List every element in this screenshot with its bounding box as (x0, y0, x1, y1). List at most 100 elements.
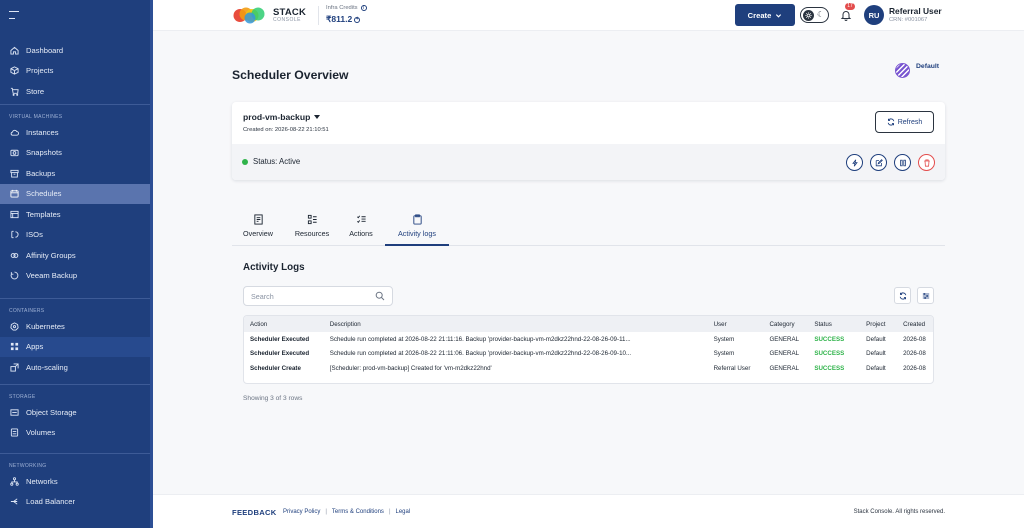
sidebar-item-veeam-backup[interactable]: Veeam Backup (0, 266, 150, 287)
schedule-created: Created on: 2026-08-22 21:10:51 (243, 127, 329, 133)
column-header[interactable]: Status (808, 321, 860, 328)
cell-action: Scheduler Executed (250, 350, 310, 358)
footer-links: Privacy Policy | Terms & Conditions | Le… (283, 509, 410, 515)
sun-icon (803, 9, 814, 21)
status-indicator: Status: Active (242, 157, 300, 166)
terms-link[interactable]: Terms & Conditions (332, 509, 384, 515)
column-header[interactable]: Action (244, 321, 324, 328)
search-icon[interactable] (375, 291, 385, 301)
sidebar-divider (0, 298, 150, 299)
sidebar-item-dashboard[interactable]: Dashboard (0, 40, 150, 61)
stack-console-logo[interactable]: STACK CONSOLE (232, 6, 306, 25)
notification-badge: 17 (845, 3, 855, 10)
menu-icon[interactable] (9, 11, 19, 19)
run-now-button[interactable] (846, 154, 863, 171)
tab-overview[interactable]: Overview (240, 213, 276, 246)
sidebar-item-label: Kubernetes (26, 321, 65, 331)
sidebar-item-schedules[interactable]: Schedules (0, 183, 150, 204)
sidebar-storage-group: STORAGE Object Storage Volumes (0, 392, 150, 443)
refresh-icon (899, 291, 906, 300)
tab-label: Overview (243, 229, 273, 238)
sidebar-item-projects[interactable]: Projects (0, 61, 150, 82)
sidebar-item-label: Templates (26, 209, 61, 219)
sidebar-divider (0, 384, 150, 385)
table-header: Action Description User Category Status … (244, 316, 933, 332)
reload-button[interactable] (894, 287, 911, 304)
table-row[interactable]: Scheduler Executed Schedule run complete… (244, 332, 933, 347)
sidebar-item-label: Snapshots (26, 148, 62, 158)
tab-activity-logs[interactable]: Activity logs (385, 213, 449, 246)
sidebar-item-label: Projects (26, 66, 54, 76)
archive-icon (10, 169, 19, 178)
info-icon[interactable]: i (360, 5, 367, 11)
sidebar-item-networks[interactable]: Networks (0, 471, 150, 492)
trash-icon (923, 159, 930, 167)
sidebar-item-backups[interactable]: Backups (0, 163, 150, 184)
veeam-icon (10, 271, 19, 280)
sidebar-item-volumes[interactable]: Volumes (0, 423, 150, 444)
cell-category: GENERAL (769, 335, 800, 343)
tab-resources[interactable]: Resources (290, 213, 334, 246)
cell-action: Scheduler Create (250, 364, 301, 372)
privacy-policy-link[interactable]: Privacy Policy (283, 509, 320, 515)
theme-toggle[interactable]: ☾ (800, 7, 829, 23)
header-divider (318, 6, 319, 25)
sidebar-item-auto-scaling[interactable]: Auto-scaling (0, 357, 150, 378)
credits-value-row: ₹811.2 + (326, 14, 367, 25)
sidebar-item-label: Auto-scaling (26, 362, 68, 372)
column-header[interactable]: Description (324, 321, 708, 328)
filter-columns-button[interactable] (917, 287, 934, 304)
pause-button[interactable] (894, 154, 911, 171)
edit-button[interactable] (870, 154, 887, 171)
project-name: Default (916, 63, 940, 70)
sidebar-item-label: ISOs (26, 230, 43, 240)
edit-icon (875, 158, 883, 166)
tab-actions[interactable]: Actions (345, 213, 377, 246)
sidebar-item-label: Schedules (26, 189, 62, 199)
cell-project: Default (866, 364, 886, 372)
column-header[interactable]: User (708, 321, 764, 328)
page-title: Scheduler Overview (232, 68, 349, 82)
search-input[interactable] (251, 291, 375, 301)
sidebar-item-store[interactable]: Store (0, 81, 150, 102)
refresh-button[interactable]: Refresh (875, 111, 934, 133)
copyright: Stack Console. All rights reserved. (853, 509, 945, 515)
delete-button[interactable] (918, 154, 935, 171)
cell-user: Referral User (713, 364, 751, 372)
column-header[interactable]: Category (763, 321, 808, 328)
legal-link[interactable]: Legal (396, 509, 411, 515)
sidebar-item-instances[interactable]: Instances (0, 122, 150, 143)
sidebar-item-isos[interactable]: ISOs (0, 225, 150, 246)
sidebar-vm-group: VIRTUAL MACHINES Instances Snapshots Bac… (0, 112, 150, 286)
column-header[interactable]: Created (897, 321, 933, 328)
sidebar-item-label: Networks (26, 476, 58, 486)
credits-value: ₹811.2 (326, 14, 353, 24)
column-header[interactable]: Project (860, 321, 897, 328)
refresh-label: Refresh (897, 118, 923, 126)
sidebar-item-snapshots[interactable]: Snapshots (0, 143, 150, 164)
schedule-selector[interactable]: prod-vm-backup (243, 112, 321, 122)
bell-icon[interactable] (840, 9, 852, 21)
sliders-icon (922, 292, 929, 299)
sidebar-item-label: Veeam Backup (26, 271, 78, 281)
sidebar-item-templates[interactable]: Templates (0, 204, 150, 225)
table-row[interactable]: Scheduler Create [Scheduler: prod-vm-bac… (244, 361, 933, 376)
create-button[interactable]: Create (735, 4, 795, 26)
cell-created: 2026-08 (903, 350, 926, 358)
add-credits-icon[interactable]: + (354, 16, 361, 23)
sidebar-item-apps[interactable]: Apps (0, 336, 150, 357)
sidebar-item-label: Store (26, 86, 45, 96)
project-selector[interactable]: Default (895, 63, 939, 78)
sidebar-item-load-balancer[interactable]: Load Balancer (0, 492, 150, 513)
volume-icon (10, 428, 19, 437)
avatar[interactable]: RU (864, 5, 884, 25)
feedback-link[interactable]: FEEDBACK (232, 508, 277, 517)
sidebar-item-kubernetes[interactable]: Kubernetes (0, 316, 150, 337)
sidebar-section-vm: VIRTUAL MACHINES (9, 114, 63, 120)
cell-created: 2026-08 (903, 364, 926, 372)
table-row[interactable]: Scheduler Executed Schedule run complete… (244, 347, 933, 362)
sidebar-item-affinity-groups[interactable]: Affinity Groups (0, 245, 150, 266)
user-info[interactable]: Referral User CRN: #001067 (889, 6, 942, 23)
sidebar-item-object-storage[interactable]: Object Storage (0, 402, 150, 423)
status-row: Status: Active (232, 144, 945, 180)
